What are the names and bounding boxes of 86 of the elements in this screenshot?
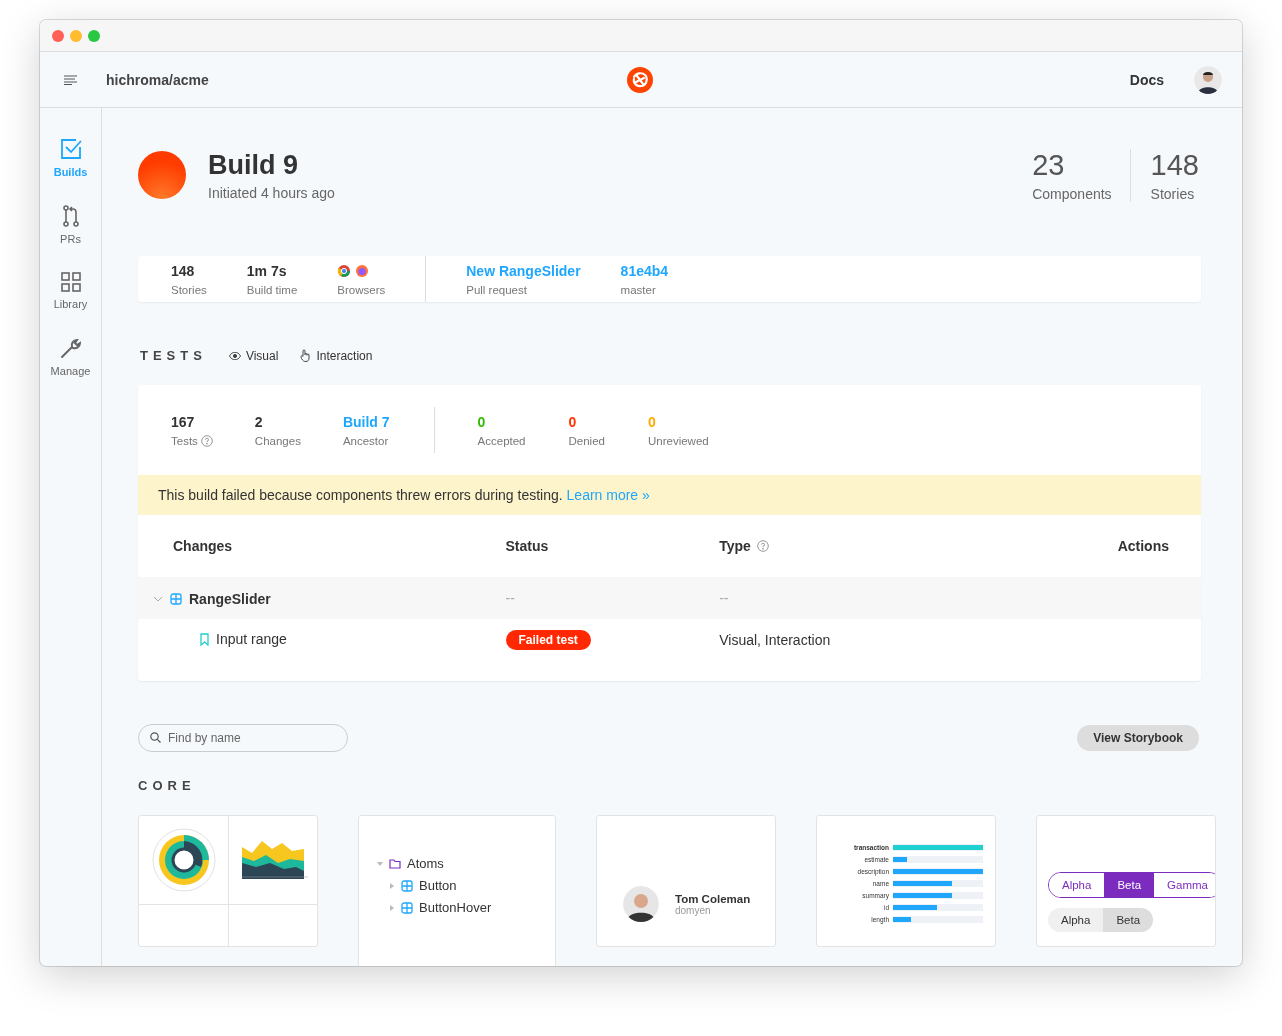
stat-value: 148: [1150, 148, 1199, 182]
browser-icons: [337, 264, 370, 278]
stat-label: Components: [1032, 185, 1112, 202]
story-name[interactable]: Input range: [216, 631, 287, 648]
column-header: Actions: [1117, 538, 1169, 554]
maximize-button[interactable]: [88, 29, 100, 42]
table-cell: --: [719, 590, 729, 606]
radial-chart-drawing: [150, 827, 217, 893]
stat-label: Stories: [1150, 185, 1196, 202]
view-storybook-button[interactable]: View Storybook: [1077, 725, 1199, 751]
build-subtitle: Initiated 4 hours ago: [208, 184, 335, 201]
checkbox-icon: [59, 138, 82, 160]
component-card[interactable]: [138, 815, 318, 947]
component-name[interactable]: RangeSlider: [189, 591, 271, 607]
stat-value: 0: [647, 413, 657, 431]
filter-toggle[interactable]: Interaction: [300, 348, 373, 363]
stat-label: Changes: [254, 434, 301, 447]
section-title: CORE: [138, 778, 197, 793]
wrench-icon: [59, 337, 82, 359]
segment-button[interactable]: Beta: [1103, 908, 1154, 932]
column-header: Changes: [173, 538, 233, 554]
stat-label: Ancestor: [342, 434, 389, 447]
section-title: TESTS: [140, 348, 207, 363]
filter-toggle[interactable]: Visual: [228, 348, 279, 363]
menu-icon[interactable]: [64, 74, 77, 85]
sidebar-item[interactable]: Library: [41, 272, 100, 310]
stat-label: Browsers: [337, 283, 386, 296]
profile-handle: domyen: [675, 904, 712, 916]
stat-value: 1m 7s: [246, 262, 288, 280]
pull-request-icon: [61, 205, 80, 227]
segment-button[interactable]: Alpha: [1048, 908, 1104, 932]
minimize-button[interactable]: [70, 29, 82, 42]
help-icon[interactable]: [756, 540, 769, 552]
column-header: Status: [505, 538, 549, 554]
status-circle: [138, 151, 186, 199]
stat-value: 148: [171, 262, 196, 280]
hand-pointer-icon: [300, 349, 312, 362]
status-badge: Failed test: [505, 630, 591, 650]
tree-item[interactable]: ButtonHover: [419, 900, 492, 915]
sidebar-item[interactable]: PRs: [41, 205, 100, 245]
stat-value: 0: [477, 413, 487, 431]
component-card[interactable]: Tom Coleman domyen: [596, 815, 776, 947]
stat-label: Build time: [246, 283, 298, 296]
bookmark-icon: [200, 632, 209, 646]
stat-label: Accepted: [477, 434, 526, 447]
stat-value: 0: [568, 413, 578, 431]
stat-value: 167: [171, 413, 196, 431]
search-field[interactable]: Find by name: [138, 724, 348, 752]
avatar[interactable]: [1194, 65, 1222, 94]
component-card[interactable]: Alpha Beta Gamma Alpha Beta: [1036, 815, 1216, 947]
tree-item[interactable]: Button: [419, 878, 457, 893]
column-header: Type: [719, 538, 751, 554]
stat-label: master: [620, 283, 656, 296]
component-icon: [401, 879, 413, 892]
segment-button[interactable]: Beta: [1104, 873, 1155, 897]
build-title: Build 9: [208, 149, 299, 181]
component-card[interactable]: Atoms Button ButtonHover: [358, 815, 556, 966]
folder-icon: [389, 858, 401, 869]
stat-value: 2: [254, 413, 264, 431]
logo-icon[interactable]: [626, 66, 654, 94]
caret-icon[interactable]: [389, 882, 395, 889]
docs-link[interactable]: Docs: [1129, 71, 1164, 88]
profile-name: Tom Coleman: [675, 892, 751, 905]
grid-icon: [60, 272, 81, 292]
help-icon[interactable]: [200, 434, 213, 447]
stat-label: Tests: [171, 434, 198, 447]
sidebar-item[interactable]: Manage: [41, 337, 100, 377]
component-icon: [170, 593, 182, 605]
stat-label: Denied: [568, 434, 605, 447]
repo-name[interactable]: hichroma/acme: [106, 71, 209, 88]
search-icon: [150, 732, 161, 743]
stat-value: 23: [1032, 148, 1066, 182]
error-banner: This build failed because components threw errors during testing. Learn more »: [138, 475, 1201, 515]
caret-icon[interactable]: [389, 904, 395, 911]
stat-label: Stories: [171, 283, 207, 296]
chevron-icon[interactable]: [153, 596, 163, 602]
close-button[interactable]: [52, 29, 64, 42]
tree-item[interactable]: Atoms: [407, 856, 444, 871]
stat-label: Unreviewed: [647, 434, 709, 447]
caret-icon[interactable]: [377, 860, 383, 867]
eye-icon: [228, 351, 241, 360]
table-cell: --: [505, 590, 515, 606]
avatar: [623, 886, 659, 922]
component-icon: [401, 901, 413, 914]
table-cell: Visual, Interaction: [719, 632, 831, 648]
stat-label: Pull request: [466, 283, 527, 296]
